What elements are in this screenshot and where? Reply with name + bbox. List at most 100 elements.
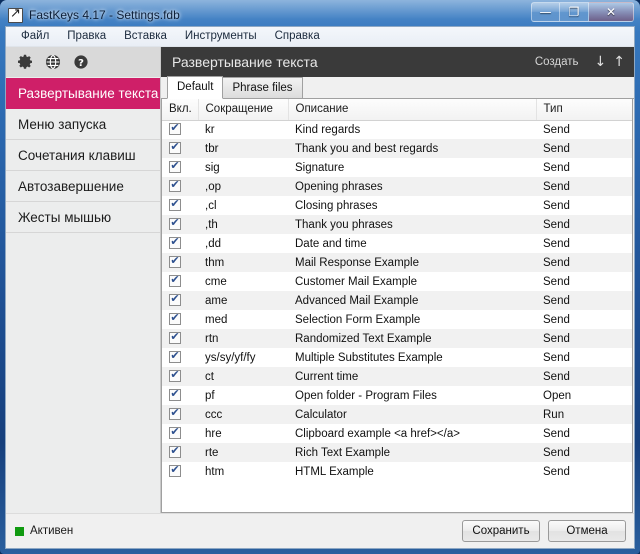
table-row[interactable]: tbrThank you and best regardsSend bbox=[162, 139, 632, 158]
menu-item-file[interactable]: Файл bbox=[12, 28, 58, 45]
maximize-button[interactable]: ❐ bbox=[560, 2, 589, 22]
table-row[interactable]: ys/sy/yf/fyMultiple Substitutes ExampleS… bbox=[162, 348, 632, 367]
tab-default[interactable]: Default bbox=[167, 76, 223, 99]
table-row[interactable]: htmHTML ExampleSend bbox=[162, 462, 632, 481]
phrases-table: Вкл. Сокращение Описание Тип krKind rega… bbox=[162, 99, 632, 481]
row-abbreviation: rte bbox=[198, 443, 288, 462]
table-row[interactable]: hreClipboard example <a href></a>Send bbox=[162, 424, 632, 443]
column-header-type[interactable]: Тип bbox=[536, 99, 632, 120]
row-enabled-cell[interactable] bbox=[162, 196, 198, 215]
row-enabled-cell[interactable] bbox=[162, 215, 198, 234]
row-enabled-cell[interactable] bbox=[162, 253, 198, 272]
checkbox-checked-icon[interactable] bbox=[169, 218, 181, 230]
row-enabled-cell[interactable] bbox=[162, 367, 198, 386]
sidebar-item-shortcuts[interactable]: Сочетания клавиш bbox=[6, 140, 160, 171]
checkbox-checked-icon[interactable] bbox=[169, 332, 181, 344]
checkbox-checked-icon[interactable] bbox=[169, 237, 181, 249]
row-enabled-cell[interactable] bbox=[162, 291, 198, 310]
move-down-icon[interactable]: ↓ bbox=[595, 55, 607, 69]
row-type: Send bbox=[536, 196, 632, 215]
move-up-icon[interactable]: ↑ bbox=[613, 55, 625, 69]
sidebar-item-mouse-gestures[interactable]: Жесты мышью bbox=[6, 202, 160, 233]
globe-icon[interactable] bbox=[44, 54, 61, 71]
checkbox-checked-icon[interactable] bbox=[169, 294, 181, 306]
table-row[interactable]: rtnRandomized Text ExampleSend bbox=[162, 329, 632, 348]
row-enabled-cell[interactable] bbox=[162, 462, 198, 481]
sidebar-item-text-expansion[interactable]: Развертывание текста bbox=[6, 78, 160, 109]
row-enabled-cell[interactable] bbox=[162, 120, 198, 139]
row-description: Customer Mail Example bbox=[288, 272, 536, 291]
table-row[interactable]: rteRich Text ExampleSend bbox=[162, 443, 632, 462]
checkbox-checked-icon[interactable] bbox=[169, 427, 181, 439]
row-enabled-cell[interactable] bbox=[162, 158, 198, 177]
row-enabled-cell[interactable] bbox=[162, 139, 198, 158]
checkbox-checked-icon[interactable] bbox=[169, 389, 181, 401]
save-button[interactable]: Сохранить bbox=[462, 520, 540, 542]
help-icon[interactable]: ? bbox=[72, 54, 89, 71]
row-description: Open folder - Program Files bbox=[288, 386, 536, 405]
row-enabled-cell[interactable] bbox=[162, 405, 198, 424]
menu-item-tools[interactable]: Инструменты bbox=[176, 28, 266, 45]
checkbox-checked-icon[interactable] bbox=[169, 180, 181, 192]
row-enabled-cell[interactable] bbox=[162, 329, 198, 348]
table-row[interactable]: sigSignatureSend bbox=[162, 158, 632, 177]
row-enabled-cell[interactable] bbox=[162, 348, 198, 367]
gear-icon[interactable] bbox=[16, 54, 33, 71]
table-row[interactable]: ,ddDate and timeSend bbox=[162, 234, 632, 253]
checkbox-checked-icon[interactable] bbox=[169, 408, 181, 420]
application-window: FastKeys 4.17 - Settings.fdb — ❐ ✕ Файл … bbox=[0, 0, 640, 554]
checkbox-checked-icon[interactable] bbox=[169, 123, 181, 135]
row-enabled-cell[interactable] bbox=[162, 272, 198, 291]
close-button[interactable]: ✕ bbox=[589, 2, 634, 22]
minimize-button[interactable]: — bbox=[531, 2, 560, 22]
table-row[interactable]: ,clClosing phrasesSend bbox=[162, 196, 632, 215]
row-description: HTML Example bbox=[288, 462, 536, 481]
create-button[interactable]: Создать bbox=[535, 56, 579, 68]
table-row[interactable]: pfOpen folder - Program FilesOpen bbox=[162, 386, 632, 405]
checkbox-checked-icon[interactable] bbox=[169, 199, 181, 211]
row-type: Send bbox=[536, 367, 632, 386]
close-icon: ✕ bbox=[606, 6, 616, 18]
row-enabled-cell[interactable] bbox=[162, 234, 198, 253]
table-row[interactable]: cmeCustomer Mail ExampleSend bbox=[162, 272, 632, 291]
checkbox-checked-icon[interactable] bbox=[169, 161, 181, 173]
cancel-button[interactable]: Отмена bbox=[548, 520, 626, 542]
phrases-table-container[interactable]: Вкл. Сокращение Описание Тип krKind rega… bbox=[161, 99, 633, 513]
column-header-description[interactable]: Описание bbox=[288, 99, 536, 120]
table-row[interactable]: krKind regardsSend bbox=[162, 120, 632, 139]
checkbox-checked-icon[interactable] bbox=[169, 256, 181, 268]
column-header-abbreviation[interactable]: Сокращение bbox=[198, 99, 288, 120]
row-type: Send bbox=[536, 348, 632, 367]
row-enabled-cell[interactable] bbox=[162, 386, 198, 405]
tab-phrase-files[interactable]: Phrase files bbox=[222, 77, 302, 98]
table-row[interactable]: cccCalculatorRun bbox=[162, 405, 632, 424]
checkbox-checked-icon[interactable] bbox=[169, 370, 181, 382]
table-row[interactable]: ,thThank you phrasesSend bbox=[162, 215, 632, 234]
checkbox-checked-icon[interactable] bbox=[169, 446, 181, 458]
sidebar-item-start-menu[interactable]: Меню запуска bbox=[6, 109, 160, 140]
row-enabled-cell[interactable] bbox=[162, 424, 198, 443]
table-row[interactable]: ,opOpening phrasesSend bbox=[162, 177, 632, 196]
row-abbreviation: rtn bbox=[198, 329, 288, 348]
row-enabled-cell[interactable] bbox=[162, 177, 198, 196]
row-enabled-cell[interactable] bbox=[162, 310, 198, 329]
checkbox-checked-icon[interactable] bbox=[169, 465, 181, 477]
checkbox-checked-icon[interactable] bbox=[169, 142, 181, 154]
menu-item-edit[interactable]: Правка bbox=[58, 28, 115, 45]
menu-item-help[interactable]: Справка bbox=[266, 28, 329, 45]
checkbox-checked-icon[interactable] bbox=[169, 351, 181, 363]
table-row[interactable]: medSelection Form ExampleSend bbox=[162, 310, 632, 329]
main-body: ? Развертывание текста Меню запуска Соче… bbox=[6, 47, 634, 513]
sidebar-item-autocomplete[interactable]: Автозавершение bbox=[6, 171, 160, 202]
table-row[interactable]: thmMail Response ExampleSend bbox=[162, 253, 632, 272]
row-enabled-cell[interactable] bbox=[162, 443, 198, 462]
row-abbreviation: ,cl bbox=[198, 196, 288, 215]
checkbox-checked-icon[interactable] bbox=[169, 313, 181, 325]
menu-item-insert[interactable]: Вставка bbox=[115, 28, 176, 45]
row-description: Clipboard example <a href></a> bbox=[288, 424, 536, 443]
table-row[interactable]: ctCurrent timeSend bbox=[162, 367, 632, 386]
column-header-enabled[interactable]: Вкл. bbox=[162, 99, 198, 120]
table-row[interactable]: ameAdvanced Mail ExampleSend bbox=[162, 291, 632, 310]
row-description: Randomized Text Example bbox=[288, 329, 536, 348]
checkbox-checked-icon[interactable] bbox=[169, 275, 181, 287]
